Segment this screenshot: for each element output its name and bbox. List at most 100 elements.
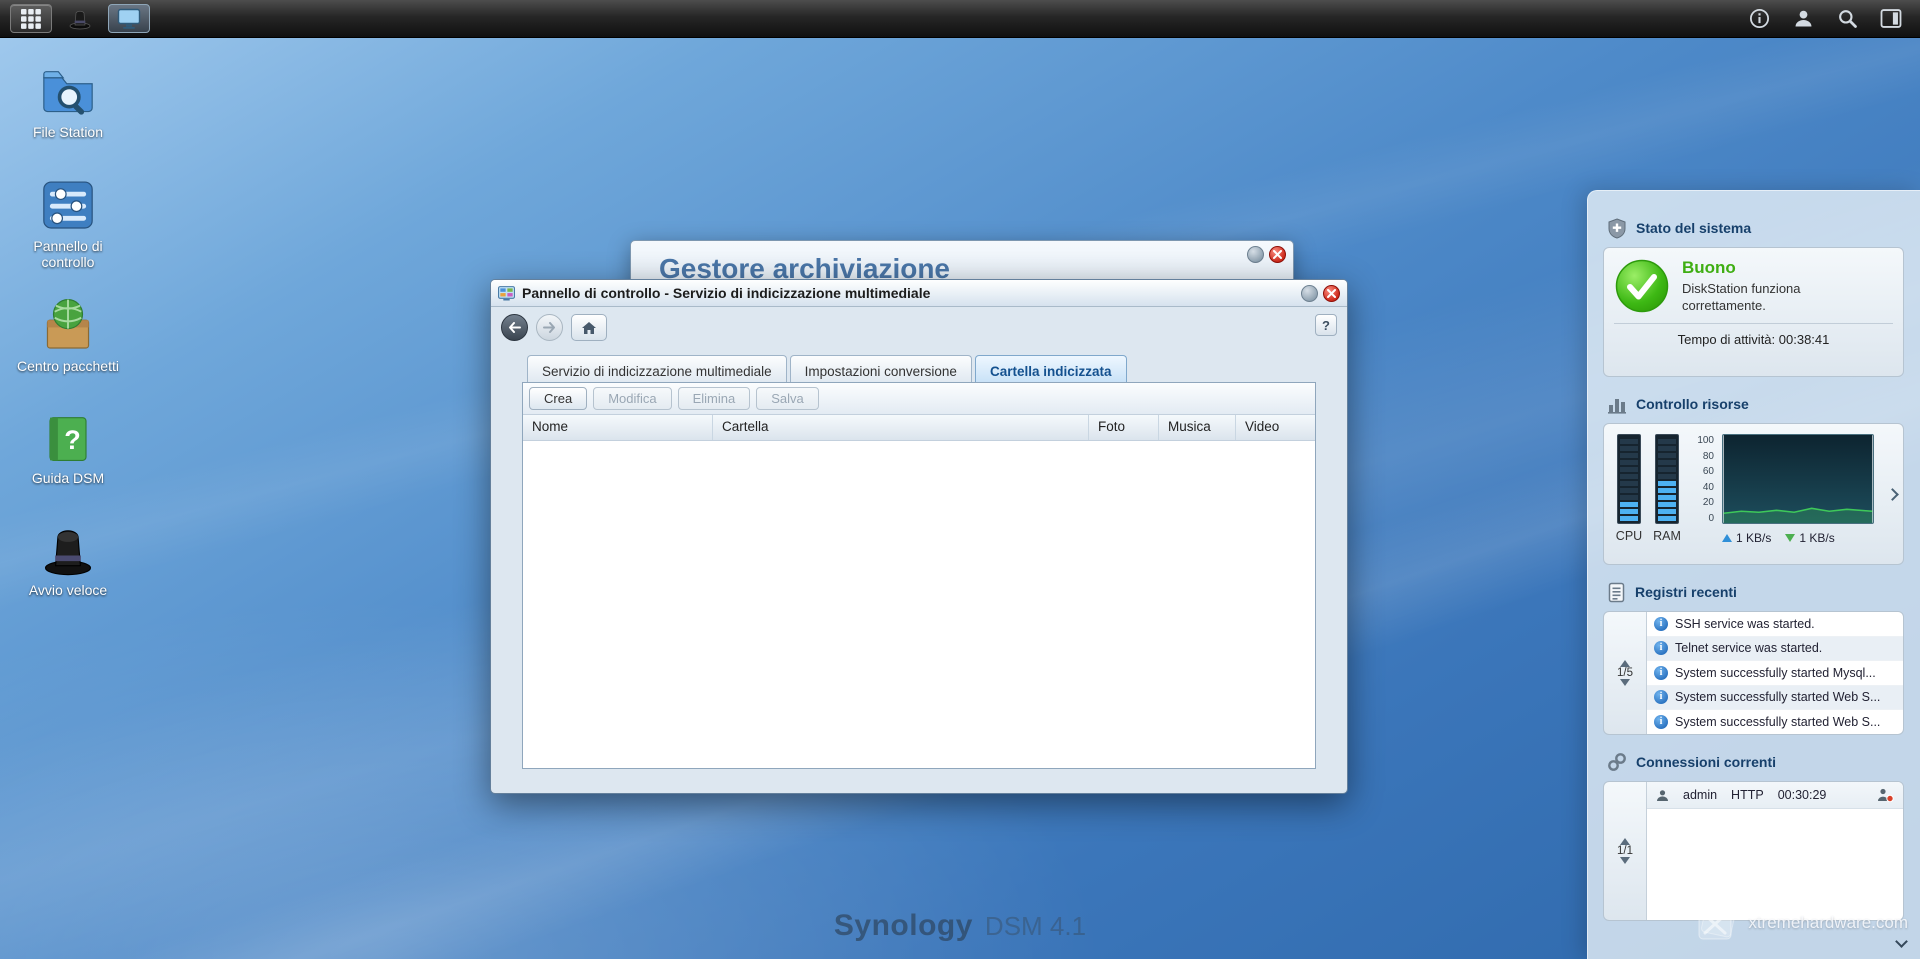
pager-up-button[interactable] xyxy=(1620,645,1630,660)
help-button[interactable]: ? xyxy=(1315,314,1337,336)
minimize-button[interactable] xyxy=(1247,246,1264,263)
home-button[interactable] xyxy=(571,314,607,341)
chevron-down-icon xyxy=(1620,679,1630,701)
synology-logo: Synology xyxy=(834,909,973,943)
widget-title: Connessioni correnti xyxy=(1636,754,1776,770)
widgets-panel-button[interactable] xyxy=(1878,6,1904,32)
status-value: Buono xyxy=(1682,258,1882,278)
window-toolbar: ? xyxy=(491,307,1347,355)
pager-up-button[interactable] xyxy=(1620,823,1630,838)
package-center-icon xyxy=(39,296,97,354)
pager-down-button[interactable] xyxy=(1620,686,1630,701)
log-entry[interactable]: i System successfully started Web S... xyxy=(1647,686,1903,711)
log-entry[interactable]: i Telnet service was started. xyxy=(1647,637,1903,662)
tab-servizio-indicizzazione[interactable]: Servizio di indicizzazione multimediale xyxy=(527,355,787,382)
arrow-right-icon xyxy=(543,322,556,333)
column-header-foto[interactable]: Foto xyxy=(1089,415,1159,440)
connection-entry[interactable]: admin HTTP 00:30:29 xyxy=(1647,782,1903,809)
info-icon: i xyxy=(1654,617,1668,631)
info-icon xyxy=(1749,8,1770,29)
close-icon[interactable] xyxy=(1269,246,1286,263)
tab-cartella-indicizzata[interactable]: Cartella indicizzata xyxy=(975,355,1127,382)
file-station-icon xyxy=(39,62,97,120)
system-status-header: Stato del sistema xyxy=(1607,217,1904,239)
ram-gauge: RAM xyxy=(1652,434,1682,556)
resource-next-page-button[interactable] xyxy=(1884,482,1900,506)
disconnect-user-icon xyxy=(1877,788,1894,802)
search-button[interactable] xyxy=(1834,6,1860,32)
status-description: DiskStation funziona correttamente. xyxy=(1682,281,1882,314)
log-entry[interactable]: i SSH service was started. xyxy=(1647,612,1903,637)
desktop-icon-label: Guida DSM xyxy=(32,470,104,486)
user-icon xyxy=(1793,8,1814,29)
upload-arrow-icon xyxy=(1722,534,1732,542)
log-entry[interactable]: i System successfully started Mysql... xyxy=(1647,661,1903,686)
log-document-icon xyxy=(1607,582,1626,603)
site-watermark-text: xtremehardware.com xyxy=(1748,913,1908,933)
modifica-button[interactable]: Modifica xyxy=(593,387,671,410)
log-entry[interactable]: i System successfully started Web S... xyxy=(1647,710,1903,734)
widget-title: Registri recenti xyxy=(1635,584,1737,600)
taskbar-window-button-control-panel[interactable] xyxy=(108,4,150,33)
widget-title: Controllo risorse xyxy=(1636,396,1749,412)
desktop-icon-label: Centro pacchetti xyxy=(17,358,119,374)
magic-hat-icon xyxy=(68,7,92,31)
tab-impostazioni-conversione[interactable]: Impostazioni conversione xyxy=(790,355,972,382)
window-titlebar[interactable]: Pannello di controllo - Servizio di indi… xyxy=(491,280,1347,307)
connection-user: admin xyxy=(1683,788,1717,802)
desktop-icon-dsm-help[interactable]: ? Guida DSM xyxy=(10,412,126,486)
main-menu-button[interactable] xyxy=(10,4,52,33)
info-button[interactable] xyxy=(1746,6,1772,32)
table-body-empty[interactable] xyxy=(523,441,1315,768)
connections-page-indicator: 1/1 xyxy=(1617,845,1633,857)
monitor-icon xyxy=(117,8,141,30)
search-icon xyxy=(1837,8,1858,29)
desktop-icon-control-panel[interactable]: Pannello di controllo xyxy=(10,176,126,270)
close-icon[interactable] xyxy=(1323,285,1340,302)
download-rate: 1 KB/s xyxy=(1799,531,1834,545)
disconnect-user-button[interactable] xyxy=(1877,788,1894,802)
desktop: File Station Pannello di controllo Centr… xyxy=(0,0,1920,959)
chevron-up-icon xyxy=(1620,645,1630,667)
column-header-musica[interactable]: Musica xyxy=(1159,415,1236,440)
connections-card: 1/1 admin HTTP 00:30:29 xyxy=(1603,781,1904,921)
magic-hat-icon xyxy=(41,524,95,578)
user-menu-button[interactable] xyxy=(1790,6,1816,32)
column-header-cartella[interactable]: Cartella xyxy=(713,415,1089,440)
pager-down-button[interactable] xyxy=(1620,864,1630,879)
resource-monitor-header: Controllo risorse xyxy=(1607,393,1904,415)
desktop-icon-label: Avvio veloce xyxy=(29,582,107,598)
xtremehardware-logo xyxy=(1693,901,1739,945)
elimina-button[interactable]: Elimina xyxy=(678,387,751,410)
crea-button[interactable]: Crea xyxy=(529,387,587,410)
desktop-icon-label: File Station xyxy=(33,124,103,140)
forward-button[interactable] xyxy=(536,314,563,341)
svg-text:?: ? xyxy=(64,425,81,455)
action-button-bar: Crea Modifica Elimina Salva xyxy=(523,383,1315,415)
connections-pager: 1/1 xyxy=(1604,782,1646,920)
control-panel-icon xyxy=(39,176,97,234)
column-header-video[interactable]: Video xyxy=(1236,415,1315,440)
desktop-icon-quick-start[interactable]: Avvio veloce xyxy=(10,524,126,598)
ram-label: RAM xyxy=(1653,529,1681,543)
recent-logs-card: 1/5 i SSH service was started. i Telnet … xyxy=(1603,611,1904,735)
upload-rate: 1 KB/s xyxy=(1736,531,1771,545)
widgets-panel-icon xyxy=(1880,9,1902,28)
desktop-icon-file-station[interactable]: File Station xyxy=(10,62,126,140)
widgets-panel: Stato del sistema Buono DiskStation funz… xyxy=(1587,190,1920,959)
desktop-icon-package-center[interactable]: Centro pacchetti xyxy=(10,296,126,374)
connection-time: 00:30:29 xyxy=(1778,788,1827,802)
link-icon xyxy=(1607,752,1627,772)
connections-header: Connessioni correnti xyxy=(1607,751,1904,773)
minimize-button[interactable] xyxy=(1301,285,1318,302)
dsm-version: DSM 4.1 xyxy=(985,911,1086,942)
arrow-left-icon xyxy=(508,322,521,333)
column-header-nome[interactable]: Nome xyxy=(523,415,713,440)
connection-protocol: HTTP xyxy=(1731,788,1764,802)
window-title: Pannello di controllo - Servizio di indi… xyxy=(522,285,930,301)
back-button[interactable] xyxy=(501,314,528,341)
status-ok-icon xyxy=(1614,258,1670,314)
salva-button[interactable]: Salva xyxy=(756,387,819,410)
quick-launch-button[interactable] xyxy=(59,4,101,33)
cpu-label: CPU xyxy=(1616,529,1642,543)
